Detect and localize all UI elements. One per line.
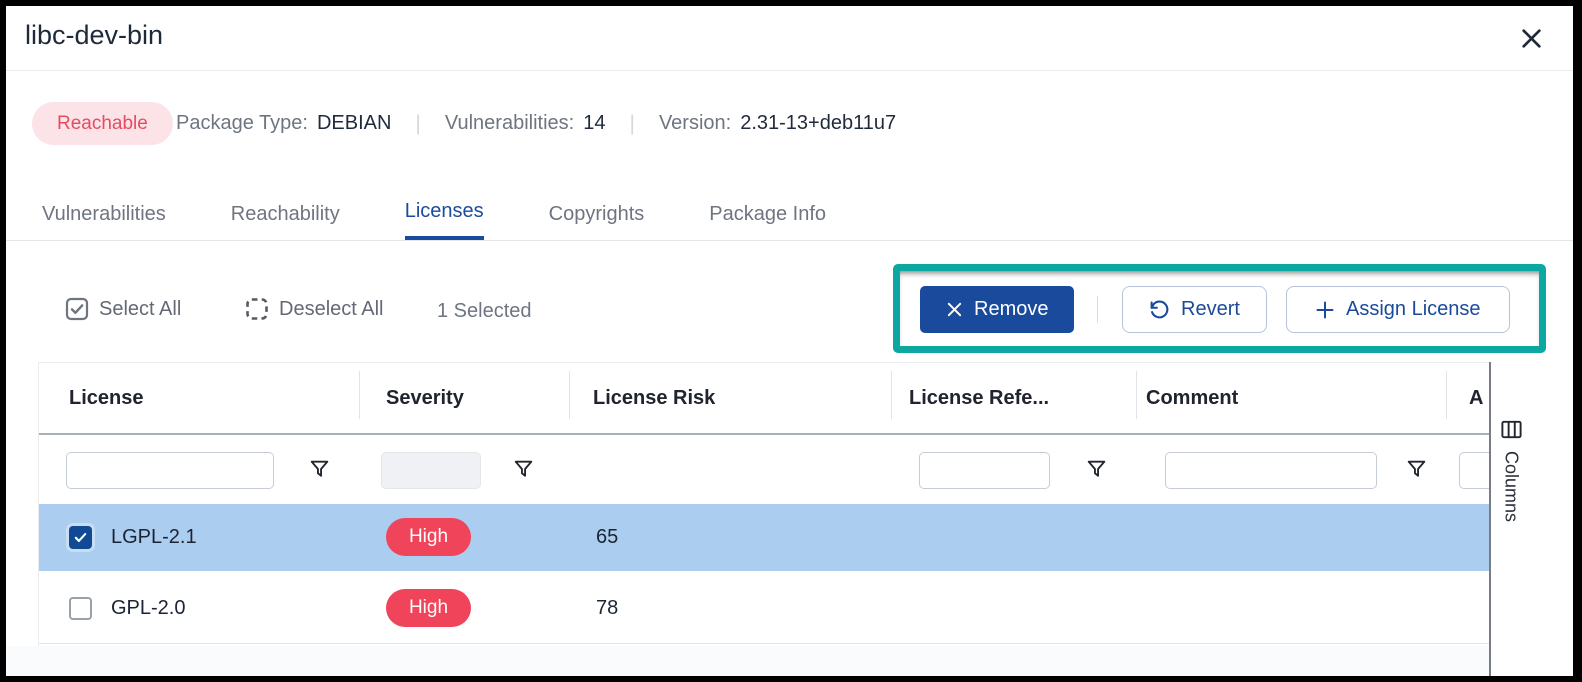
vulnerabilities-value: 14 xyxy=(583,112,605,135)
column-header-severity[interactable]: Severity xyxy=(386,387,464,410)
column-header-comment[interactable]: Comment xyxy=(1146,387,1238,410)
table-row-lgpl-2.1[interactable]: LGPL-2.1 High 65 xyxy=(39,504,1489,571)
columns-panel-label: Columns xyxy=(1501,451,1522,522)
table-filter-row xyxy=(39,437,1489,504)
tab-package-info[interactable]: Package Info xyxy=(709,201,826,241)
column-header-license-reference[interactable]: License Refe... xyxy=(909,387,1049,410)
deselect-all-button[interactable]: Deselect All xyxy=(245,297,384,321)
funnel-icon xyxy=(1084,457,1110,482)
dashed-square-icon xyxy=(245,297,269,321)
package-type-label: Package Type: xyxy=(176,112,308,135)
truncated-filter-input[interactable] xyxy=(1459,452,1489,489)
row-checkbox-checked[interactable] xyxy=(69,526,92,549)
button-separator xyxy=(1097,296,1098,323)
tab-vulnerabilities[interactable]: Vulnerabilities xyxy=(42,201,166,241)
close-icon xyxy=(1519,26,1544,51)
column-divider xyxy=(1446,371,1447,419)
license-risk-cell: 65 xyxy=(596,526,618,549)
checked-checkbox-icon xyxy=(65,297,89,321)
column-divider xyxy=(891,371,892,419)
comment-filter-button[interactable] xyxy=(1404,456,1430,482)
close-button[interactable] xyxy=(1515,22,1547,54)
column-header-license[interactable]: License xyxy=(69,387,143,410)
column-header-license-risk[interactable]: License Risk xyxy=(593,387,715,410)
package-meta-row: Package Type: DEBIAN | Vulnerabilities: … xyxy=(176,102,896,145)
revert-label: Revert xyxy=(1181,298,1240,321)
header-divider xyxy=(6,70,1573,71)
assign-license-button[interactable]: Assign License xyxy=(1286,286,1510,333)
column-divider xyxy=(569,371,570,419)
table-header-row: License Severity License Risk License Re… xyxy=(39,363,1489,435)
remove-x-icon xyxy=(946,301,963,318)
revert-button[interactable]: Revert xyxy=(1122,286,1267,333)
license-reference-filter-button[interactable] xyxy=(1084,456,1110,482)
select-all-button[interactable]: Select All xyxy=(65,297,181,321)
tabs-underline xyxy=(6,240,1573,241)
column-divider xyxy=(359,371,360,419)
package-type-value: DEBIAN xyxy=(317,112,391,135)
severity-high-badge: High xyxy=(386,518,471,556)
tab-licenses[interactable]: Licenses xyxy=(405,201,484,241)
side-panel-divider xyxy=(1489,362,1491,676)
undo-arrow-icon xyxy=(1149,299,1170,320)
tab-bar: Vulnerabilities Reachability Licenses Co… xyxy=(42,201,826,241)
license-reference-filter-input[interactable] xyxy=(919,452,1050,489)
table-row-gpl-2.0[interactable]: GPL-2.0 High 78 xyxy=(39,572,1489,644)
remove-label: Remove xyxy=(974,298,1048,321)
remove-button[interactable]: Remove xyxy=(920,286,1074,333)
license-cell: GPL-2.0 xyxy=(111,597,185,620)
funnel-icon xyxy=(1404,457,1430,482)
reachable-status-badge: Reachable xyxy=(32,102,173,145)
severity-high-badge: High xyxy=(386,589,471,627)
licenses-table: License Severity License Risk License Re… xyxy=(38,362,1489,646)
license-filter-input[interactable] xyxy=(66,452,274,489)
tab-reachability[interactable]: Reachability xyxy=(231,201,340,241)
plus-icon xyxy=(1315,300,1335,320)
funnel-icon xyxy=(511,457,537,482)
column-divider xyxy=(1136,371,1137,419)
columns-grid-icon xyxy=(1500,418,1523,441)
severity-filter-button[interactable] xyxy=(511,456,537,482)
license-cell: LGPL-2.1 xyxy=(111,526,197,549)
assign-license-label: Assign License xyxy=(1346,298,1481,321)
tab-copyrights[interactable]: Copyrights xyxy=(549,201,645,241)
selected-count: 1 Selected xyxy=(437,300,532,323)
columns-panel-button[interactable]: Columns xyxy=(1496,418,1526,522)
row-checkbox-unchecked[interactable] xyxy=(69,597,92,620)
table-footer-strip xyxy=(6,646,1489,676)
column-header-truncated[interactable]: A xyxy=(1469,387,1483,410)
comment-filter-input[interactable] xyxy=(1165,452,1377,489)
license-filter-button[interactable] xyxy=(307,456,333,482)
meta-separator: | xyxy=(629,112,634,136)
license-risk-cell: 78 xyxy=(596,597,618,620)
select-all-label: Select All xyxy=(99,298,181,321)
severity-filter-input xyxy=(381,452,481,489)
meta-separator: | xyxy=(415,112,420,136)
version-label: Version: xyxy=(659,112,731,135)
deselect-all-label: Deselect All xyxy=(279,298,384,321)
version-value: 2.31-13+deb11u7 xyxy=(740,112,896,135)
vulnerabilities-label: Vulnerabilities: xyxy=(445,112,574,135)
funnel-icon xyxy=(307,457,333,482)
page-title: libc-dev-bin xyxy=(25,20,163,51)
